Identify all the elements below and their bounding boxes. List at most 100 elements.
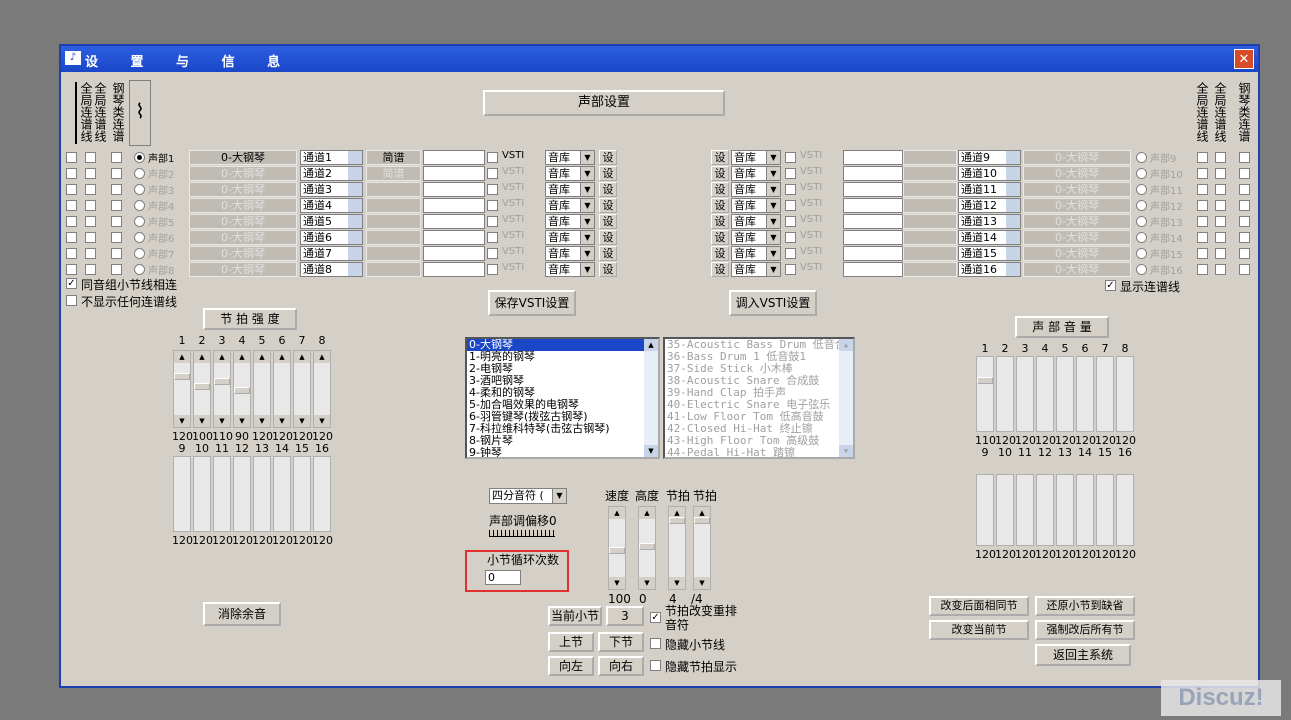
voice-checkbox[interactable] bbox=[85, 200, 96, 211]
tempo-slider[interactable]: ▲ ▼ bbox=[638, 506, 656, 590]
voice-radio[interactable] bbox=[134, 184, 145, 195]
voice-radio[interactable] bbox=[134, 216, 145, 227]
notation-box[interactable] bbox=[366, 262, 421, 277]
slider[interactable] bbox=[996, 474, 1014, 546]
notation-box[interactable] bbox=[366, 182, 421, 197]
title-bar[interactable]: ♪ 设 置 与 信 息 ✕ bbox=[61, 46, 1258, 72]
instrument-name[interactable]: 0-大钢琴 bbox=[189, 262, 297, 277]
instrument-name[interactable]: 0-大钢琴 bbox=[1023, 262, 1131, 277]
vsti-checkbox[interactable] bbox=[785, 184, 796, 195]
instrument-name[interactable]: 0-大钢琴 bbox=[1023, 150, 1131, 165]
chevron-down-icon[interactable]: ▼ bbox=[766, 231, 780, 244]
voice-checkbox[interactable] bbox=[1197, 264, 1208, 275]
arrow-down-icon[interactable]: ▼ bbox=[314, 415, 330, 427]
brace-icon[interactable]: ⌇ bbox=[129, 80, 151, 146]
instrument-name[interactable]: 0-大钢琴 bbox=[1023, 246, 1131, 261]
set-button[interactable]: 设 bbox=[711, 262, 729, 277]
voice-checkbox[interactable] bbox=[85, 232, 96, 243]
spin-icon[interactable] bbox=[1006, 167, 1020, 180]
voice-checkbox[interactable] bbox=[66, 264, 77, 275]
piano-link-label[interactable]: 钢琴类连谱 bbox=[111, 82, 125, 144]
arrow-down-icon[interactable]: ▼ bbox=[214, 415, 230, 427]
vsti-checkbox[interactable] bbox=[487, 248, 498, 259]
set-button[interactable]: 设 bbox=[711, 198, 729, 213]
next-bar-button[interactable]: 下节 bbox=[598, 632, 644, 652]
chevron-down-icon[interactable]: ▼ bbox=[580, 199, 594, 212]
notation-box[interactable] bbox=[903, 262, 957, 277]
chevron-down-icon[interactable]: ▼ bbox=[580, 231, 594, 244]
spin-icon[interactable] bbox=[348, 231, 362, 244]
voice-checkbox[interactable] bbox=[66, 200, 77, 211]
set-button[interactable]: 设 bbox=[599, 150, 617, 165]
notation-box[interactable] bbox=[903, 246, 957, 261]
voice-checkbox[interactable] bbox=[1239, 264, 1250, 275]
drum-list-scrollbar[interactable]: ▲ ▼ bbox=[839, 339, 853, 457]
slider[interactable] bbox=[313, 456, 331, 532]
channel-spinner[interactable]: 通道7 bbox=[300, 246, 363, 261]
vsti-checkbox[interactable] bbox=[785, 264, 796, 275]
set-button[interactable]: 设 bbox=[711, 182, 729, 197]
notation-box[interactable] bbox=[366, 214, 421, 229]
notation-box[interactable]: 简谱 bbox=[366, 150, 421, 165]
voice-checkbox[interactable] bbox=[1215, 200, 1226, 211]
voice-radio[interactable] bbox=[1136, 248, 1147, 259]
instrument-list-scrollbar[interactable]: ▲ ▼ bbox=[644, 339, 658, 457]
arrow-up-icon[interactable]: ▲ bbox=[294, 351, 310, 363]
voice-radio[interactable] bbox=[134, 200, 145, 211]
sound-library-select[interactable]: 音库 ▼ bbox=[731, 198, 781, 213]
voice-radio[interactable] bbox=[1136, 168, 1147, 179]
notation-box[interactable] bbox=[366, 246, 421, 261]
same-group-link-checkbox[interactable]: ✓ bbox=[66, 278, 77, 289]
vsti-checkbox[interactable] bbox=[487, 264, 498, 275]
voice-checkbox[interactable] bbox=[1197, 152, 1208, 163]
vsti-checkbox[interactable] bbox=[487, 152, 498, 163]
channel-spinner[interactable]: 通道13 bbox=[958, 214, 1021, 229]
chevron-down-icon[interactable]: ▼ bbox=[580, 215, 594, 228]
voice-checkbox[interactable] bbox=[66, 152, 77, 163]
notation-box[interactable] bbox=[903, 230, 957, 245]
channel-spinner[interactable]: 通道12 bbox=[958, 198, 1021, 213]
channel-spinner[interactable]: 通道10 bbox=[958, 166, 1021, 181]
vsti-path-field[interactable] bbox=[423, 182, 485, 197]
arrow-down-icon[interactable]: ▼ bbox=[669, 577, 685, 589]
voice-checkbox[interactable] bbox=[66, 168, 77, 179]
voice-checkbox[interactable] bbox=[1215, 168, 1226, 179]
arrow-up-icon[interactable]: ▲ bbox=[214, 351, 230, 363]
voice-radio[interactable] bbox=[134, 248, 145, 259]
sound-library-select[interactable]: 音库 ▼ bbox=[545, 166, 595, 181]
channel-spinner[interactable]: 通道4 bbox=[300, 198, 363, 213]
sound-library-select[interactable]: 音库 ▼ bbox=[731, 230, 781, 245]
tempo-slider[interactable]: ▲ ▼ bbox=[693, 506, 711, 590]
vsti-path-field[interactable] bbox=[423, 150, 485, 165]
voice-checkbox[interactable] bbox=[111, 216, 122, 227]
voice-checkbox[interactable] bbox=[85, 216, 96, 227]
chevron-down-icon[interactable]: ▼ bbox=[580, 247, 594, 260]
vsti-path-field[interactable] bbox=[423, 166, 485, 181]
change-after-button[interactable]: 改变后面相同节 bbox=[929, 596, 1029, 616]
voice-checkbox[interactable] bbox=[66, 184, 77, 195]
voice-checkbox[interactable] bbox=[1215, 232, 1226, 243]
arrow-up-icon[interactable]: ▲ bbox=[174, 351, 190, 363]
sound-library-select[interactable]: 音库 ▼ bbox=[545, 214, 595, 229]
sound-library-select[interactable]: 音库 ▼ bbox=[545, 198, 595, 213]
voice-radio[interactable] bbox=[134, 232, 145, 243]
sound-library-select[interactable]: 音库 ▼ bbox=[731, 166, 781, 181]
spin-icon[interactable] bbox=[1006, 183, 1020, 196]
voice-checkbox[interactable] bbox=[111, 168, 122, 179]
sound-library-select[interactable]: 音库 ▼ bbox=[545, 182, 595, 197]
voice-checkbox[interactable] bbox=[85, 168, 96, 179]
notation-box[interactable] bbox=[903, 214, 957, 229]
voice-checkbox[interactable] bbox=[1197, 168, 1208, 179]
current-bar-button[interactable]: 当前小节 bbox=[548, 606, 602, 626]
slider[interactable] bbox=[1116, 474, 1134, 546]
channel-spinner[interactable]: 通道14 bbox=[958, 230, 1021, 245]
sound-library-select[interactable]: 音库 ▼ bbox=[545, 262, 595, 277]
chevron-down-icon[interactable]: ▼ bbox=[580, 167, 594, 180]
instrument-name[interactable]: 0-大钢琴 bbox=[189, 182, 297, 197]
set-button[interactable]: 设 bbox=[711, 150, 729, 165]
spin-icon[interactable] bbox=[348, 263, 362, 276]
arrow-down-icon[interactable]: ▼ bbox=[194, 415, 210, 427]
clear-rest-button[interactable]: 消除余音 bbox=[203, 602, 281, 626]
instrument-list[interactable]: 0-大钢琴 1-明亮的钢琴 2-电钢琴 3-酒吧钢琴 4-柔和的钢琴 5-加合唱效果的电钢… bbox=[465, 337, 660, 459]
instrument-name[interactable]: 0-大钢琴 bbox=[189, 198, 297, 213]
